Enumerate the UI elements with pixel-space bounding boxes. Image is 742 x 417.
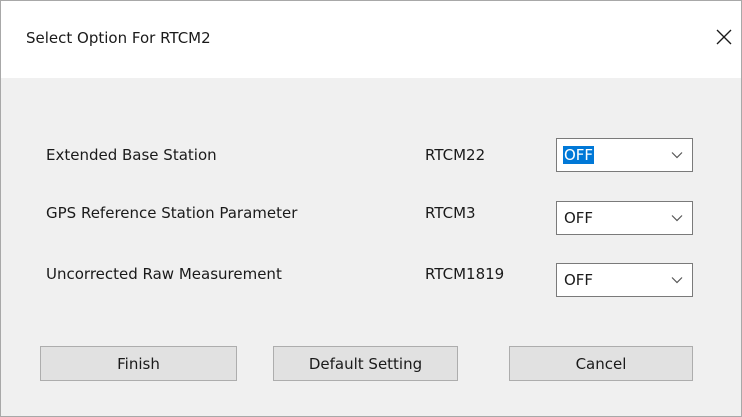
rtcm1819-select-value: OFF <box>564 271 594 289</box>
label-gps-reference-station-parameter: GPS Reference Station Parameter <box>46 204 298 222</box>
cancel-button[interactable]: Cancel <box>509 346 693 381</box>
code-rtcm1819: RTCM1819 <box>425 265 505 283</box>
rtcm3-select[interactable]: OFF <box>556 201 693 235</box>
finish-button[interactable]: Finish <box>40 346 237 381</box>
chevron-down-icon <box>671 215 683 222</box>
chevron-down-icon <box>671 277 683 284</box>
code-rtcm3: RTCM3 <box>425 204 476 222</box>
code-rtcm22: RTCM22 <box>425 146 486 164</box>
rtcm22-select[interactable]: OFF <box>556 138 693 172</box>
rtcm22-select-value: OFF <box>563 146 595 164</box>
close-icon <box>716 29 732 45</box>
label-extended-base-station: Extended Base Station <box>46 146 217 164</box>
title-bar: Select Option For RTCM2 <box>1 1 741 78</box>
rtcm1819-select[interactable]: OFF <box>556 263 693 297</box>
chevron-down-icon <box>671 152 683 159</box>
dialog-window: Select Option For RTCM2 Extended Base St… <box>0 0 742 417</box>
close-button[interactable] <box>707 19 741 55</box>
dialog-title: Select Option For RTCM2 <box>26 29 211 47</box>
rtcm3-select-value: OFF <box>564 209 594 227</box>
default-setting-button[interactable]: Default Setting <box>273 346 458 381</box>
label-uncorrected-raw-measurement: Uncorrected Raw Measurement <box>46 265 282 283</box>
